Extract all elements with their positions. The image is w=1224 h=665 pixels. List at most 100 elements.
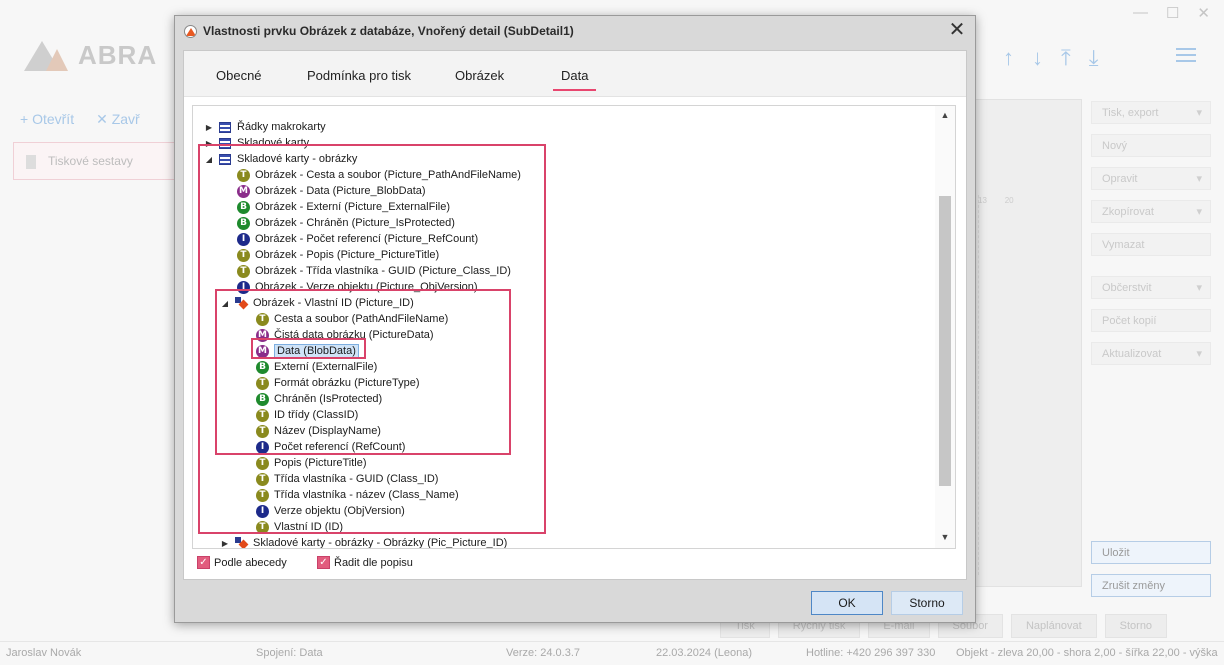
copy-button[interactable]: Zkopírovat [1091,200,1211,223]
tree-item[interactable]: T Formát obrázku (PictureType) [256,375,420,391]
update-button[interactable]: Aktualizovat [1091,342,1211,365]
tree-item[interactable]: T Obrázek - Popis (Picture_PictureTitle) [237,247,439,263]
expand-arrow-icon[interactable]: ▶ [203,123,215,132]
minimize-icon[interactable]: — [1133,4,1148,22]
collapse-arrow-icon[interactable]: ◢ [219,299,231,308]
tree-item[interactable]: I Obrázek - Počet referencí (Picture_RefC… [237,231,478,247]
tree-item[interactable]: I Verze objektu (ObjVersion) [256,503,405,519]
tree-item[interactable]: B Externí (ExternalFile) [256,359,377,375]
schedule-button[interactable]: Naplánovat [1010,614,1097,638]
boolean-field-icon: B [237,216,250,230]
tree-item[interactable]: I Počet referencí (RefCount) [256,439,405,455]
tree-item[interactable]: T Třída vlastníka - GUID (Class_ID) [256,471,438,487]
text-field-icon: T [256,376,269,390]
tree-item-label: Skladové karty - obrázky - Obrázky (Pic_… [253,537,508,549]
tree-item[interactable]: ▶ Skladové karty - obrázky - Obrázky (Pic… [219,535,508,549]
tree-item[interactable]: ▶ Skladové karty [203,135,309,151]
sort-by-description-checkbox[interactable]: ✓ Řadit dle popisu [317,556,413,569]
tree-item[interactable]: ◢ Skladové karty - obrázky [203,151,358,167]
tree-item[interactable]: T Vlastní ID (ID) [256,519,343,535]
tree-item[interactable]: T Popis (PictureTitle) [256,455,367,471]
preview-ruler: 13 20 [978,196,1014,205]
tree-item-label: Třída vlastníka - GUID (Class_ID) [274,473,439,485]
preview-grid [978,195,1066,575]
refresh-button[interactable]: Občerstvit [1091,276,1211,299]
text-field-icon: T [237,264,250,278]
open-button[interactable]: + Otevřít [20,111,74,128]
close-icon[interactable]: ✕ [945,19,969,43]
tree-item[interactable]: ◢ Obrázek - Vlastní ID (Picture_ID) [219,295,414,311]
tree-item[interactable]: T Obrázek - Cesta a soubor (Picture_PathA… [237,167,521,183]
text-field-icon: T [237,248,250,262]
tree-item-label: Obrázek - Popis (Picture_PictureTitle) [255,249,440,261]
new-button[interactable]: Nový [1091,134,1211,157]
tree-scrollbar[interactable]: ▲ ▼ [935,106,955,548]
ok-button[interactable]: OK [811,591,883,615]
tree-item-label: Cesta a soubor (PathAndFileName) [274,313,449,325]
report-sets-tile[interactable]: Tiskové sestavy [13,142,177,180]
expand-arrow-icon[interactable]: ▶ [219,539,231,548]
close-window-icon[interactable]: ✕ [1197,4,1210,22]
arrow-top-icon[interactable]: ⤒ [1061,45,1071,71]
tree-item[interactable]: M Obrázek - Data (Picture_BlobData) [237,183,426,199]
properties-dialog: Vlastnosti prvku Obrázek z databáze, Vno… [174,15,976,623]
boolean-field-icon: B [256,360,269,374]
tab-data[interactable]: Data [552,68,598,91]
arrow-up-icon[interactable]: ↑ [1003,45,1014,71]
sort-by-description-label: Řadit dle popisu [334,556,413,569]
tree-item-label: Skladové karty [237,137,310,149]
tree-item-label: Obrázek - Externí (Picture_ExternalFile) [255,201,451,213]
tree-item[interactable]: M Data (BlobData) [256,343,359,359]
dialog-titlebar[interactable]: Vlastnosti prvku Obrázek z databáze, Vno… [175,16,975,46]
checkbox-checked-icon[interactable]: ✓ [197,556,210,569]
expand-arrow-icon[interactable]: ▶ [203,139,215,148]
tree-item[interactable]: B Obrázek - Externí (Picture_ExternalFile… [237,199,450,215]
text-field-icon: T [256,472,269,486]
menu-icon[interactable] [1176,44,1196,66]
status-bar: Jaroslav Novák Spojení: Data Verze: 24.0… [0,641,1224,665]
tree-item[interactable]: T Cesta a soubor (PathAndFileName) [256,311,448,327]
scroll-down-icon[interactable]: ▼ [939,532,951,542]
tab-print-condition[interactable]: Podmínka pro tisk [307,68,411,83]
scroll-thumb[interactable] [939,196,951,486]
field-tree[interactable]: ▶Skladové karty - obrázky - Počet (Pic_R… [192,105,956,549]
close-action-button[interactable]: ✕ Zavř [96,111,140,128]
tree-item[interactable]: T Název (DisplayName) [256,423,381,439]
tree-item[interactable]: ▶ Řádky makrokarty [203,119,326,135]
tree-item[interactable]: T ID třídy (ClassID) [256,407,358,423]
tree-item[interactable]: I Obrázek - Verze objektu (Picture_ObjVer… [237,279,478,295]
scroll-up-icon[interactable]: ▲ [939,110,951,120]
tree-item[interactable]: T Obrázek - Třída vlastníka - GUID (Pictu… [237,263,511,279]
side-buttons: Tisk, export Nový Opravit Zkopírovat Vym… [1091,101,1211,607]
arrow-bottom-icon[interactable]: ⤓ [1089,45,1099,71]
alphabetical-checkbox[interactable]: ✓ Podle abecedy [197,556,287,569]
print-export-button[interactable]: Tisk, export [1091,101,1211,124]
tree-item-label: Obrázek - Třída vlastníka - GUID (Pictur… [255,265,511,277]
arrow-down-icon[interactable]: ↓ [1032,45,1043,71]
cancel-bg-button[interactable]: Storno [1104,614,1168,638]
tree-item-label: ID třídy (ClassID) [274,409,359,421]
copies-count-button[interactable]: Počet kopií [1091,309,1211,332]
text-field-icon: T [256,312,269,326]
tree-item[interactable]: B Chráněn (IsProtected) [256,391,382,407]
text-field-icon: T [256,408,269,422]
delete-button[interactable]: Vymazat [1091,233,1211,256]
tree-item[interactable]: M Čistá data obrázku (PictureData) [256,327,434,343]
collapse-arrow-icon[interactable]: ◢ [203,155,215,164]
tree-item-label: Obrázek - Cesta a soubor (Picture_PathAn… [255,169,521,181]
text-field-icon: T [256,520,269,534]
boolean-field-icon: B [256,392,269,406]
tab-picture[interactable]: Obrázek [455,68,504,83]
checkbox-checked-icon[interactable]: ✓ [317,556,330,569]
maximize-icon[interactable]: ☐ [1166,4,1179,22]
tree-item[interactable]: B Obrázek - Chráněn (Picture_IsProtected) [237,215,455,231]
tree-item-label: Obrázek - Chráněn (Picture_IsProtected) [255,217,455,229]
save-button[interactable]: Uložit [1091,541,1211,564]
tab-general[interactable]: Obecné [216,68,262,83]
tree-item[interactable]: T Třída vlastníka - název (Class_Name) [256,487,459,503]
tree-item-label: Data (BlobData) [274,344,359,358]
cancel-button[interactable]: Storno [891,591,963,615]
alphabetical-label: Podle abecedy [214,556,287,569]
discard-changes-button[interactable]: Zrušit změny [1091,574,1211,597]
edit-button[interactable]: Opravit [1091,167,1211,190]
